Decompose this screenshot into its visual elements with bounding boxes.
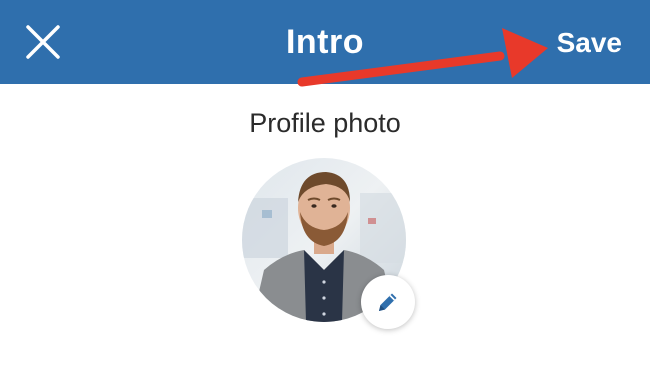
close-button[interactable] xyxy=(22,21,64,63)
page-title: Intro xyxy=(285,23,365,61)
close-icon xyxy=(26,25,60,59)
pencil-icon xyxy=(379,293,397,311)
profile-photo-label: Profile photo xyxy=(249,108,401,138)
top-bar: Intro Save xyxy=(0,0,650,84)
edit-photo-button[interactable] xyxy=(361,275,415,329)
save-button[interactable]: Save xyxy=(557,0,622,84)
